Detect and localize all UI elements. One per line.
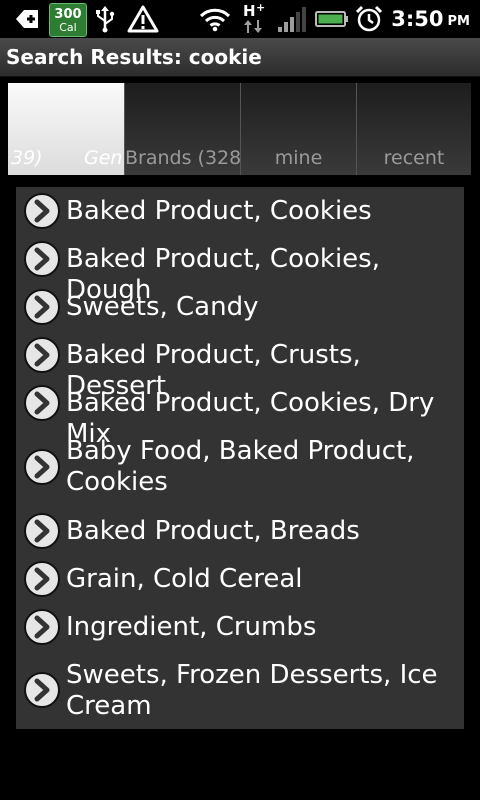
tab-mine-label: mine xyxy=(274,147,323,169)
list-item[interactable]: Baked Product, Cookies xyxy=(16,187,464,235)
list-item[interactable]: Baked Product, Cookies, Dry Mix xyxy=(16,379,464,449)
add-icon xyxy=(12,0,42,38)
chevron-right-icon xyxy=(24,337,60,373)
svg-text:+: + xyxy=(256,2,265,14)
chevron-right-icon xyxy=(24,193,60,229)
list-item[interactable]: Baked Product, Crusts, Dessert xyxy=(16,331,464,401)
chevron-right-icon xyxy=(24,385,60,421)
chevron-right-icon xyxy=(24,289,60,325)
list-item-label: Grain, Cold Cereal xyxy=(66,564,303,594)
list-item[interactable]: Grain, Cold Cereal xyxy=(16,555,464,603)
chevron-right-icon xyxy=(24,449,60,485)
calorie-badge: 300 Cal xyxy=(49,3,87,37)
chevron-right-icon xyxy=(24,561,60,597)
warning-icon xyxy=(126,0,160,38)
list-item[interactable]: Sweets, Candy xyxy=(16,283,464,331)
tab-bar: 39) Gen Brands (328) mine recent xyxy=(8,83,471,175)
svg-text:H: H xyxy=(243,2,256,20)
status-bar: 300 Cal H + 3:50 PM xyxy=(0,0,480,38)
page-title: Search Results: cookie xyxy=(6,45,262,69)
list-item[interactable]: Ingredient, Crumbs xyxy=(16,603,464,651)
list-item-label: Sweets, Frozen Desserts, Ice Cream xyxy=(66,660,438,721)
tab-mine[interactable]: mine xyxy=(240,83,356,175)
battery-icon xyxy=(314,0,350,38)
tab-recent-label: recent xyxy=(383,147,445,169)
wifi-icon xyxy=(198,0,232,38)
chevron-right-icon xyxy=(24,513,60,549)
tab-generic[interactable]: 39) Gen xyxy=(8,83,124,175)
title-bar: Search Results: cookie xyxy=(0,38,480,77)
calorie-unit: Cal xyxy=(59,20,77,34)
signal-icon xyxy=(276,0,308,38)
list-item-label: Baked Product, Cookies xyxy=(66,196,372,226)
calorie-value: 300 xyxy=(54,6,82,22)
alarm-icon xyxy=(354,0,384,38)
clock: 3:50 PM xyxy=(391,0,470,38)
list-item[interactable]: Baked Product, Breads xyxy=(16,507,464,555)
list-item-label: Baby Food, Baked Product, Cookies xyxy=(66,436,415,497)
list-item-label: Sweets, Candy xyxy=(66,292,259,322)
clock-ampm: PM xyxy=(447,13,470,29)
chevron-right-icon xyxy=(24,609,60,645)
chevron-right-icon xyxy=(24,672,60,708)
list-item[interactable]: Sweets, Frozen Desserts, Ice Cream xyxy=(16,651,464,729)
search-results-list: Baked Product, Cookies Baked Product, Co… xyxy=(16,187,464,729)
hsdpa-icon: H + xyxy=(240,0,272,38)
list-item-label: Baked Product, Breads xyxy=(66,516,360,546)
list-item[interactable]: Baked Product, Cookies, Dough xyxy=(16,235,464,305)
tab-generic-label: Gen xyxy=(84,147,123,169)
tab-generic-count: 39) xyxy=(11,147,43,169)
chevron-right-icon xyxy=(24,241,60,277)
list-item-label: Ingredient, Crumbs xyxy=(66,612,317,642)
clock-time: 3:50 xyxy=(391,7,444,31)
tab-brands-label: Brands (328) xyxy=(125,147,240,169)
list-item[interactable]: Baby Food, Baked Product, Cookies xyxy=(16,427,464,507)
usb-icon xyxy=(90,0,120,38)
tab-recent[interactable]: recent xyxy=(356,83,471,175)
tab-brands[interactable]: Brands (328) xyxy=(124,83,240,175)
